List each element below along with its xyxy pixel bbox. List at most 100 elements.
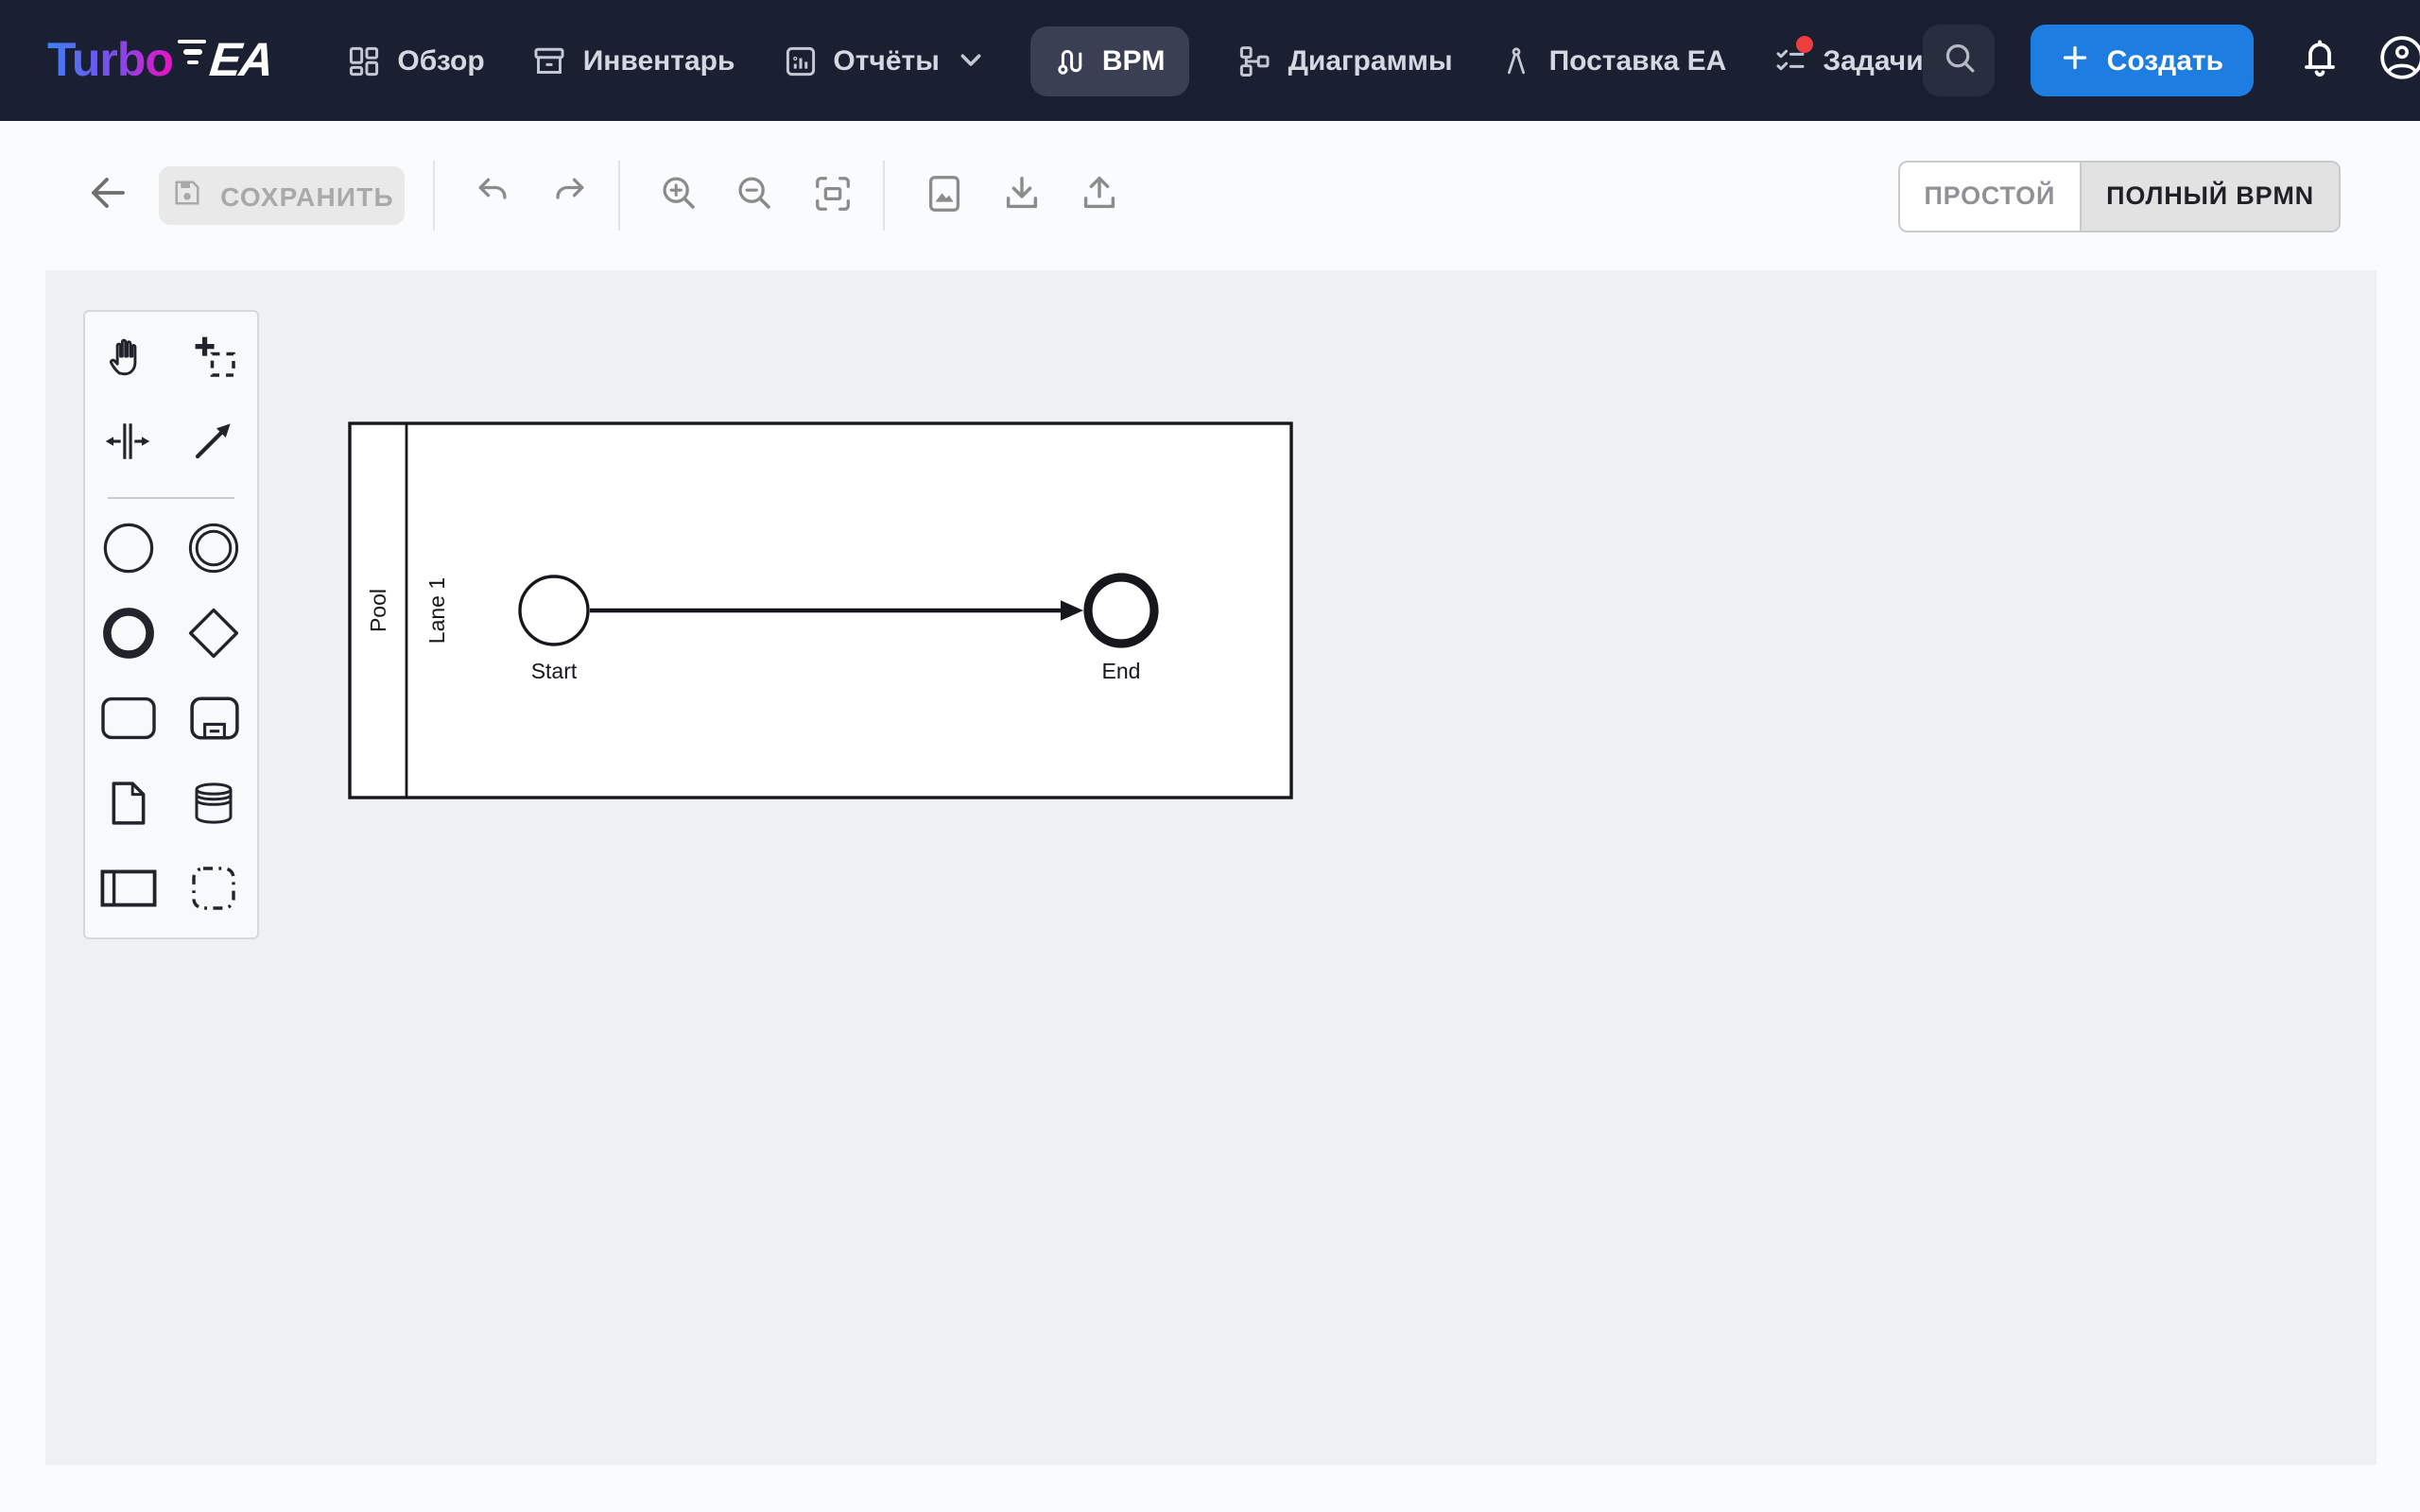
architecture-compass-icon: [1502, 44, 1532, 77]
create-subprocess-tool[interactable]: [171, 680, 257, 765]
palette-elements-group: [85, 510, 257, 936]
start-event-node[interactable]: [518, 575, 590, 646]
tasks-badge-dot: [1796, 36, 1814, 53]
chevron-down-icon: [960, 53, 981, 68]
create-participant-tool[interactable]: [85, 850, 171, 936]
upload-button[interactable]: [1078, 171, 1121, 220]
plus-icon: [2062, 43, 2090, 78]
nav-item-ea-delivery[interactable]: Поставка ЕА: [1502, 44, 1727, 77]
nav-item-label: Отчёты: [833, 44, 940, 77]
nav-item-bpm[interactable]: BPM: [1029, 26, 1190, 95]
dashboard-icon: [348, 44, 380, 77]
nav-item-reports[interactable]: Отчёты: [784, 44, 981, 77]
nav-item-tasks[interactable]: Задачи: [1775, 36, 1924, 77]
logo-ea-text: EA: [208, 33, 276, 86]
nav-item-label: Задачи: [1823, 44, 1924, 77]
lasso-tool[interactable]: [171, 318, 257, 403]
fit-screen-icon: [811, 171, 855, 220]
space-tool-icon: [103, 419, 154, 472]
nav-item-label: Поставка ЕА: [1548, 44, 1727, 77]
palette-divider: [108, 497, 234, 499]
tasks-icon-wrap: [1775, 36, 1814, 76]
logo-ea-wrap: EA: [178, 33, 275, 88]
save-button-label: СОХРАНИТЬ: [220, 180, 394, 211]
zoom-out-button[interactable]: [734, 171, 777, 220]
back-button[interactable]: [85, 170, 130, 221]
create-intermediate-event-tool[interactable]: [171, 510, 257, 595]
export-image-button[interactable]: [923, 171, 966, 220]
redo-icon: [548, 172, 590, 219]
nav-item-overview[interactable]: Обзор: [348, 44, 485, 77]
data-object-icon: [110, 781, 147, 835]
save-button[interactable]: СОХРАНИТЬ: [159, 166, 405, 225]
create-data-store-tool[interactable]: [171, 765, 257, 850]
bpmn-mode-toggle: ПРОСТОЙ ПОЛНЫЙ BPMN: [1897, 160, 2341, 232]
inventory-icon: [534, 44, 566, 77]
toolbar-divider: [883, 161, 885, 231]
create-button[interactable]: Создать: [2031, 25, 2255, 96]
diagrams-icon: [1239, 44, 1271, 77]
mode-simple-button[interactable]: ПРОСТОЙ: [1899, 162, 2081, 230]
start-event-icon: [102, 522, 155, 584]
reports-icon: [784, 44, 816, 77]
create-start-event-tool[interactable]: [85, 510, 171, 595]
search-icon: [1942, 40, 1978, 81]
upload-icon: [1078, 171, 1121, 220]
redo-button[interactable]: [548, 172, 590, 219]
nav-item-label: Диаграммы: [1288, 44, 1453, 77]
undo-icon: [473, 172, 514, 219]
zoom-out-icon: [734, 171, 777, 220]
user-avatar-button[interactable]: [2378, 34, 2420, 87]
nav-item-label: Инвентарь: [582, 44, 735, 77]
space-tool[interactable]: [85, 403, 171, 488]
palette-tools-group: [85, 318, 257, 488]
zoom-in-button[interactable]: [658, 171, 701, 220]
create-gateway-tool[interactable]: [171, 595, 257, 680]
lane-label: Lane 1: [424, 577, 449, 644]
image-icon: [923, 171, 966, 220]
create-data-object-tool[interactable]: [85, 765, 171, 850]
undo-button[interactable]: [473, 172, 514, 219]
arrow-left-icon: [85, 170, 130, 221]
tool-palette: [83, 310, 259, 939]
lasso-tool-icon: [191, 332, 238, 388]
create-task-tool[interactable]: [85, 680, 171, 765]
subprocess-icon: [189, 696, 240, 750]
data-store-cylinder-icon: [192, 781, 237, 835]
task-rect-icon: [100, 696, 157, 750]
download-icon: [1000, 171, 1044, 220]
bpm-icon: [1055, 44, 1085, 77]
pool-label: Pool: [366, 589, 390, 632]
create-button-label: Создать: [2106, 44, 2224, 77]
hand-tool[interactable]: [85, 318, 171, 403]
account-circle-icon: [2378, 34, 2420, 87]
create-group-tool[interactable]: [171, 850, 257, 936]
intermediate-event-icon: [188, 522, 241, 584]
end-event-icon: [102, 607, 155, 669]
save-floppy-icon: [169, 176, 203, 215]
logo-turbo-text: Turbo: [47, 33, 174, 86]
app-logo[interactable]: Turbo EA: [47, 33, 275, 88]
editor-toolbar: СОХРАНИТЬ ПРОСТОЙ ПОЛНЫЙ BPMN: [0, 121, 2420, 270]
nav-item-diagrams[interactable]: Диаграммы: [1239, 44, 1453, 77]
toolbar-divider: [618, 161, 620, 231]
nav-item-inventory[interactable]: Инвентарь: [534, 44, 735, 77]
bpmn-pool[interactable]: Pool Lane 1 Start End: [348, 421, 1293, 799]
notifications-button[interactable]: [2297, 34, 2342, 87]
bell-icon: [2297, 34, 2342, 87]
top-navbar: Turbo EA Обзор Инвентарь Отчёты BPM Диаг…: [0, 0, 2420, 121]
app-root: Turbo EA Обзор Инвентарь Отчёты BPM Диаг…: [0, 0, 2420, 1512]
create-end-event-tool[interactable]: [85, 595, 171, 680]
mode-full-bpmn-button[interactable]: ПОЛНЫЙ BPMN: [2080, 162, 2339, 230]
search-button[interactable]: [1923, 25, 1996, 96]
start-event-label: Start: [531, 659, 578, 683]
nav-item-label: Обзор: [397, 44, 485, 77]
diagram-canvas[interactable]: Pool Lane 1 Start End: [45, 270, 2377, 1465]
connection-arrow-icon: [192, 418, 237, 472]
fit-screen-button[interactable]: [811, 171, 855, 220]
end-event-node[interactable]: [1083, 573, 1159, 648]
connection-tool[interactable]: [171, 403, 257, 488]
download-button[interactable]: [1000, 171, 1044, 220]
navbar-right-group: Создать: [1923, 25, 2420, 96]
toolbar-divider: [433, 161, 435, 231]
